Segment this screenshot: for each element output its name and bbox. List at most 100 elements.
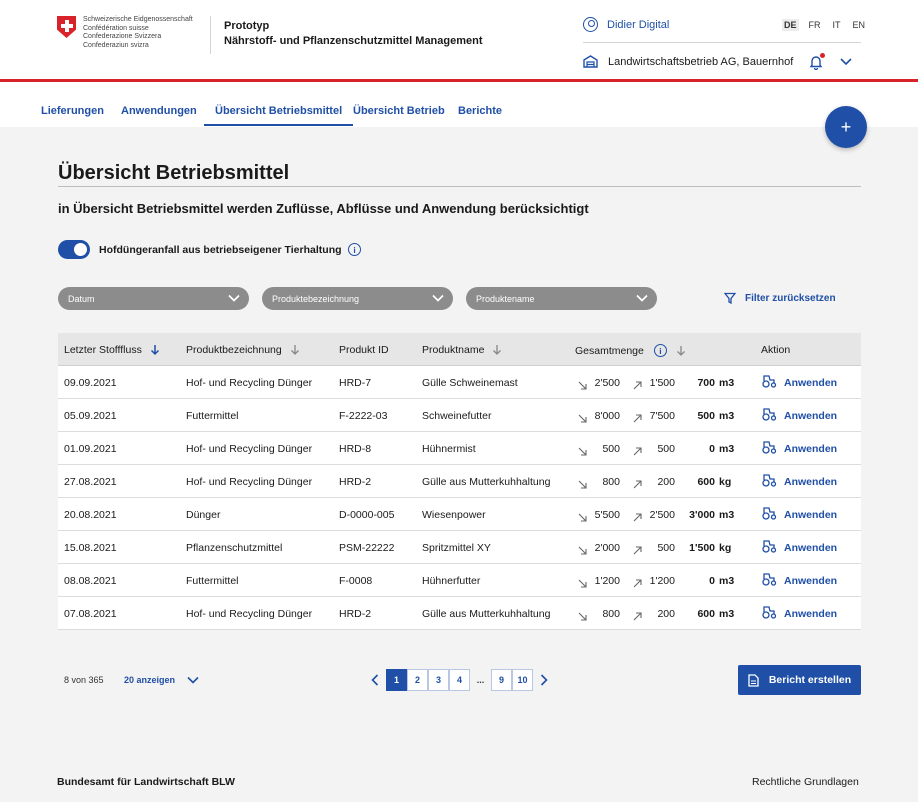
cell-date: 15.08.2021 bbox=[64, 542, 117, 554]
apply-button[interactable]: Anwenden bbox=[761, 506, 837, 523]
nav-lieferungen[interactable]: Lieferungen bbox=[41, 105, 104, 117]
cell-product-name: Gülle aus Mutterkuhhaltung bbox=[422, 608, 551, 620]
page-1[interactable]: 1 bbox=[386, 669, 407, 691]
create-report-button[interactable]: Bericht erstellen bbox=[738, 665, 861, 695]
apply-button[interactable]: Anwenden bbox=[761, 539, 837, 556]
cell-product-id: HRD-7 bbox=[339, 377, 372, 389]
cell-category: Pflanzenschutzmittel bbox=[186, 542, 283, 554]
col-date[interactable]: Letzter Stofffluss bbox=[64, 344, 160, 356]
main-nav: Lieferungen Anwendungen Übersicht Betrie… bbox=[0, 85, 918, 127]
page-9[interactable]: 9 bbox=[491, 669, 512, 691]
apply-button[interactable]: Anwenden bbox=[761, 407, 837, 424]
tractor-icon bbox=[761, 407, 777, 424]
cell-total: 500 bbox=[697, 410, 715, 422]
cell-inflow: 500 bbox=[602, 443, 620, 455]
filter-produktename[interactable]: Produktename bbox=[466, 287, 657, 310]
col-total-label: Gesamtmenge bbox=[575, 344, 644, 357]
nav-anwendungen[interactable]: Anwendungen bbox=[121, 105, 197, 117]
page-3[interactable]: 3 bbox=[428, 669, 449, 691]
cell-product-name: Gülle aus Mutterkuhhaltung bbox=[422, 476, 551, 488]
lang-de[interactable]: DE bbox=[782, 19, 799, 31]
footer-office[interactable]: Bundesamt für Landwirtschaft BLW bbox=[57, 776, 235, 788]
prev-page-button[interactable] bbox=[364, 669, 386, 691]
add-button[interactable]: + bbox=[825, 106, 867, 148]
table-row: 09.09.2021 Hof- und Recycling Dünger HRD-7… bbox=[58, 366, 861, 399]
sort-arrow-down-icon bbox=[676, 345, 685, 356]
hofduenger-toggle[interactable] bbox=[58, 240, 90, 259]
apply-label: Anwenden bbox=[784, 508, 838, 521]
cell-outflow: 200 bbox=[657, 476, 675, 488]
cell-unit: m3 bbox=[719, 410, 735, 422]
cell-unit: m3 bbox=[719, 443, 735, 455]
page-4[interactable]: 4 bbox=[449, 669, 470, 691]
main-content: Übersicht Betriebsmittel in Übersicht Be… bbox=[0, 127, 918, 802]
table-row: 15.08.2021 Pflanzenschutzmittel PSM-22222 S… bbox=[58, 531, 861, 564]
cell-unit: m3 bbox=[719, 509, 735, 521]
footer-legal-link[interactable]: Rechtliche Grundlagen bbox=[752, 776, 859, 788]
nav-uebersicht-betriebsmittel[interactable]: Übersicht Betriebsmittel bbox=[204, 105, 354, 126]
apply-label: Anwenden bbox=[784, 409, 838, 422]
header: Schweizerische Eidgenossenschaft Confédé… bbox=[0, 0, 918, 82]
page-title: Übersicht Betriebsmittel bbox=[58, 162, 290, 184]
cell-date: 08.08.2021 bbox=[64, 575, 117, 587]
cell-date: 09.09.2021 bbox=[64, 377, 117, 389]
lang-it[interactable]: IT bbox=[831, 19, 843, 31]
chevron-left-icon bbox=[371, 674, 379, 686]
col-action-label: Aktion bbox=[761, 344, 791, 356]
cell-date: 01.09.2021 bbox=[64, 443, 117, 455]
swiss-logo[interactable]: Schweizerische Eidgenossenschaft Confédé… bbox=[57, 16, 203, 50]
col-product-name-label: Produktname bbox=[422, 344, 485, 356]
cell-total: 0 bbox=[709, 443, 715, 455]
nav-uebersicht-betrieb[interactable]: Übersicht Betrieb bbox=[353, 105, 445, 117]
confederation-line: Confederazione Svizzera bbox=[83, 33, 162, 40]
lang-en[interactable]: EN bbox=[851, 19, 868, 31]
cell-product-name: Wiesenpower bbox=[422, 509, 486, 521]
notifications-button[interactable] bbox=[808, 53, 825, 71]
col-category[interactable]: Produktbezeichnung bbox=[186, 344, 300, 356]
page-10[interactable]: 10 bbox=[512, 669, 533, 691]
apply-button[interactable]: Anwenden bbox=[761, 605, 837, 622]
col-product-name[interactable]: Produktname bbox=[422, 344, 502, 356]
col-total[interactable]: Gesamtmenge i bbox=[575, 344, 686, 357]
confederation-line: Schweizerische Eidgenossenschaft bbox=[83, 16, 193, 23]
col-product-id-label: Produkt ID bbox=[339, 344, 389, 356]
per-page-select[interactable]: 20 anzeigen bbox=[124, 675, 175, 685]
table-row: 20.08.2021 Dünger D-0000-005 Wiesenpower 5'5… bbox=[58, 498, 861, 531]
col-action: Aktion bbox=[761, 344, 790, 356]
filter-label: Datum bbox=[68, 293, 95, 304]
cell-outflow: 1'200 bbox=[649, 575, 675, 587]
info-icon[interactable]: i bbox=[653, 344, 667, 357]
apply-label: Anwenden bbox=[784, 475, 838, 488]
nav-berichte[interactable]: Berichte bbox=[458, 105, 502, 117]
tractor-icon bbox=[761, 473, 777, 490]
chevron-down-icon[interactable] bbox=[187, 675, 199, 685]
header-divider bbox=[210, 16, 211, 54]
page-2[interactable]: 2 bbox=[407, 669, 428, 691]
cell-total: 600 bbox=[697, 608, 715, 620]
apply-label: Anwenden bbox=[784, 376, 838, 389]
farm-selector[interactable]: Landwirtschaftsbetrieb AG, Bauernhof bbox=[583, 55, 793, 68]
next-page-button[interactable] bbox=[533, 669, 555, 691]
title-divider bbox=[58, 186, 861, 187]
user-name[interactable]: Didier Digital bbox=[607, 19, 669, 31]
filter-datum[interactable]: Datum bbox=[58, 287, 249, 310]
reset-filter-button[interactable]: Filter zurücksetzen bbox=[724, 292, 836, 304]
info-icon[interactable]: i bbox=[348, 243, 361, 256]
chevron-down-icon[interactable] bbox=[840, 56, 852, 66]
apply-button[interactable]: Anwenden bbox=[761, 473, 837, 490]
apply-button[interactable]: Anwenden bbox=[761, 440, 837, 457]
tractor-icon bbox=[761, 374, 777, 391]
app-name: Nährstoff- und Pflanzenschutzmittel Mana… bbox=[224, 35, 483, 47]
apply-button[interactable]: Anwenden bbox=[761, 572, 837, 589]
user-icon bbox=[583, 17, 598, 32]
apply-button[interactable]: Anwenden bbox=[761, 374, 837, 391]
filter-label: Produktename bbox=[476, 293, 535, 304]
cell-inflow: 800 bbox=[602, 476, 620, 488]
cell-category: Futtermittel bbox=[186, 575, 239, 587]
tractor-icon bbox=[761, 605, 777, 622]
filter-produktebezeichnung[interactable]: Produktebezeichnung bbox=[262, 287, 453, 310]
user-menu[interactable]: Didier Digital bbox=[583, 17, 669, 32]
cell-unit: m3 bbox=[719, 575, 735, 587]
lang-fr[interactable]: FR bbox=[807, 19, 823, 31]
confederation-text: Schweizerische Eidgenossenschaft Confédé… bbox=[83, 16, 203, 50]
